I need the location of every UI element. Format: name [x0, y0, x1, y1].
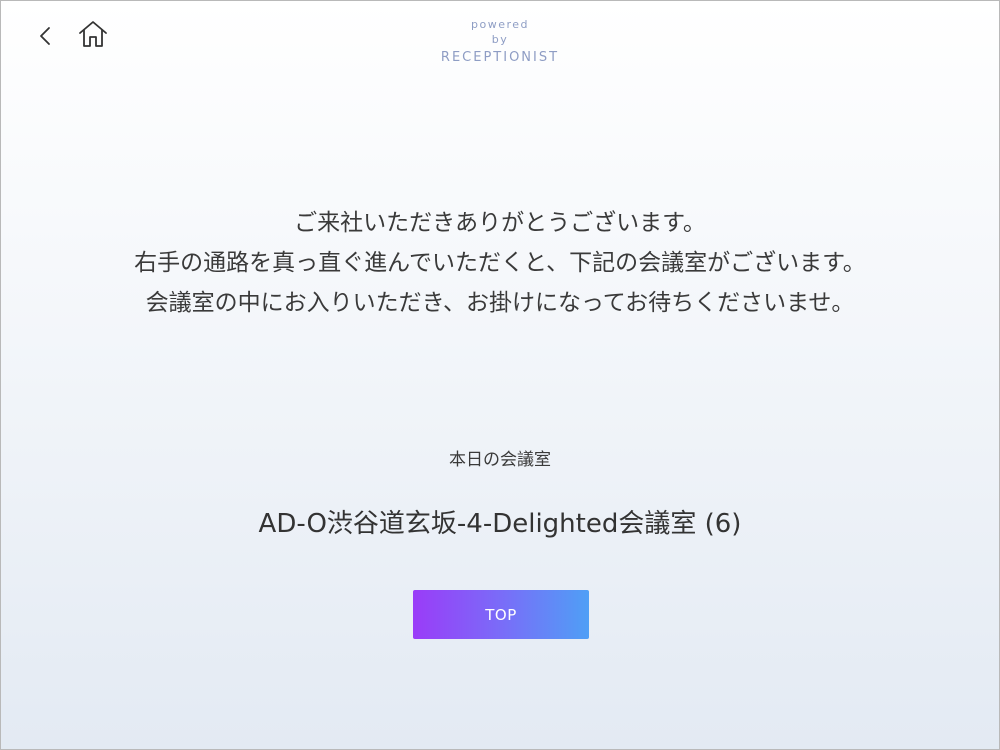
message-line: ご来社いただきありがとうございます。: [294, 210, 706, 236]
brand-powered: powered: [470, 18, 529, 31]
brand-name: RECEPTIONIST: [440, 50, 560, 65]
message-line: 会議室の中にお入りいただき、お掛けになってお待ちくださいませ。: [145, 290, 855, 316]
room-name: AD-O渋谷道玄坂-4-Delighted会議室 (6): [258, 509, 742, 539]
brand-by: by: [491, 33, 509, 46]
brand-logo: powered by RECEPTIONIST: [1, 17, 999, 68]
room-heading: 本日の会議室: [449, 450, 551, 470]
message-line: 右手の通路を真っ直ぐ進んでいただくと、下記の会議室がございます。: [134, 250, 866, 276]
screen: powered by RECEPTIONIST ご来社いただきありがとうございま…: [0, 0, 1000, 750]
guidance-message: ご来社いただきありがとうございます。 右手の通路を真っ直ぐ進んでいただくと、下記…: [1, 203, 999, 323]
top-button[interactable]: TOP: [413, 590, 589, 639]
